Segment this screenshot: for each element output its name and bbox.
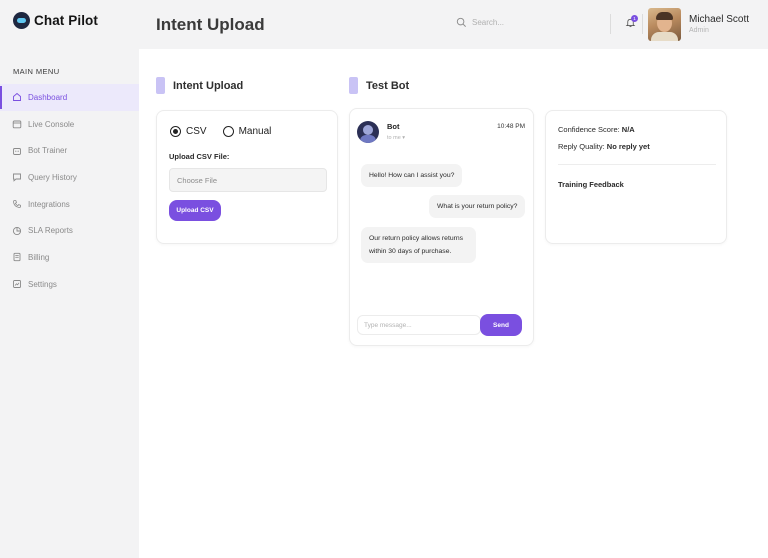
bot-message: Our return policy allows returns within … — [361, 227, 476, 263]
reply-quality-value: No reply yet — [606, 142, 650, 151]
chat-icon — [12, 172, 22, 183]
sidebar-item-label: Dashboard — [28, 92, 68, 102]
sidebar: Chat Pilot MAIN MENU Dashboard Live Cons… — [0, 0, 139, 558]
main-menu: Dashboard Live Console Bot Trainer Query… — [0, 84, 139, 298]
sidebar-item-bot-trainer[interactable]: Bot Trainer — [0, 137, 139, 164]
sidebar-item-label: Query History — [28, 172, 77, 182]
calendar-icon — [12, 119, 22, 129]
sidebar-item-label: Live Console — [28, 119, 75, 129]
sidebar-item-label: Settings — [28, 279, 57, 289]
home-icon — [12, 92, 22, 102]
section-accent-bar — [156, 77, 165, 94]
search-icon — [456, 17, 467, 28]
intent-upload-card: CSV Manual Upload CSV File: Choose File … — [156, 110, 338, 244]
page-title: Intent Upload — [156, 15, 265, 34]
sidebar-item-query-history[interactable]: Query History — [0, 164, 139, 191]
chart-icon — [12, 226, 22, 236]
upload-mode-radio-group: CSV Manual — [170, 126, 271, 137]
user-name: Michael Scott — [689, 14, 750, 25]
upload-csv-label: Upload CSV File: — [169, 152, 230, 161]
sidebar-item-settings[interactable]: Settings — [0, 271, 139, 298]
bot-name: Bot — [387, 122, 400, 131]
reply-quality-label: Reply Quality: — [558, 142, 605, 151]
user-role: Admin — [689, 27, 709, 34]
sidebar-item-label: SLA Reports — [28, 226, 73, 236]
brand[interactable]: Chat Pilot — [13, 12, 98, 29]
phone-icon — [12, 199, 22, 209]
bot-icon — [12, 146, 22, 156]
message-input[interactable] — [357, 315, 481, 335]
user-avatar[interactable] — [648, 8, 681, 41]
sidebar-item-sla-reports[interactable]: SLA Reports — [0, 217, 139, 244]
bot-message: Hello! How can I assist you? — [361, 164, 463, 187]
intent-upload-heading: Intent Upload — [156, 77, 243, 94]
manual-radio[interactable] — [222, 126, 234, 137]
manual-radio-label[interactable]: Manual — [239, 126, 272, 137]
sidebar-item-live-console[interactable]: Live Console — [0, 111, 139, 138]
test-bot-card: Bot to me ▾ 10:48 PM Hello! How can I as… — [349, 108, 534, 346]
section-title: Test Bot — [366, 79, 410, 92]
search-bar[interactable] — [456, 17, 592, 28]
confidence-score-value: N/A — [621, 125, 635, 134]
chat-pilot-logo-icon — [13, 12, 30, 29]
sidebar-item-dashboard[interactable]: Dashboard — [0, 84, 139, 111]
test-bot-heading: Test Bot — [349, 77, 409, 94]
sidebar-item-integrations[interactable]: Integrations — [0, 191, 139, 218]
confidence-score-label: Confidence Score: — [558, 125, 620, 134]
header-divider — [642, 14, 643, 34]
sidebar-item-label: Billing — [28, 252, 50, 262]
section-title: Intent Upload — [173, 79, 244, 92]
notification-badge: 1 — [631, 15, 638, 22]
notification-bell[interactable]: 1 — [625, 15, 638, 29]
training-feedback-title: Training Feedback — [558, 180, 624, 189]
settings-icon — [12, 279, 22, 289]
bot-avatar — [357, 121, 379, 143]
score-divider — [558, 164, 716, 165]
reply-quality: Reply Quality: No reply yet — [558, 142, 650, 151]
score-card: Confidence Score: N/A Reply Quality: No … — [545, 110, 727, 244]
chat-time: 10:48 PM — [497, 123, 525, 130]
bot-recipient-text: to me — [387, 135, 401, 141]
header-divider — [610, 14, 611, 34]
bot-recipient: to me ▾ — [387, 135, 405, 141]
brand-name: Chat Pilot — [34, 13, 98, 28]
choose-file-input[interactable]: Choose File — [169, 168, 327, 192]
menu-title: MAIN MENU — [13, 67, 60, 76]
chevron-down-icon: ▾ — [402, 135, 406, 141]
section-accent-bar — [349, 77, 358, 94]
sidebar-item-label: Bot Trainer — [28, 146, 68, 156]
search-input[interactable] — [472, 18, 592, 27]
confidence-score: Confidence Score: N/A — [558, 125, 635, 134]
upload-csv-button[interactable]: Upload CSV — [169, 200, 221, 221]
billing-icon — [12, 252, 22, 262]
send-button[interactable]: Send — [480, 314, 522, 336]
csv-radio[interactable] — [170, 126, 181, 137]
sidebar-item-billing[interactable]: Billing — [0, 244, 139, 271]
user-message: What is your return policy? — [429, 195, 526, 218]
sidebar-item-label: Integrations — [28, 199, 70, 209]
top-header: Intent Upload 1 Michael Scott Admin — [139, 0, 768, 49]
csv-radio-label[interactable]: CSV — [186, 126, 207, 137]
